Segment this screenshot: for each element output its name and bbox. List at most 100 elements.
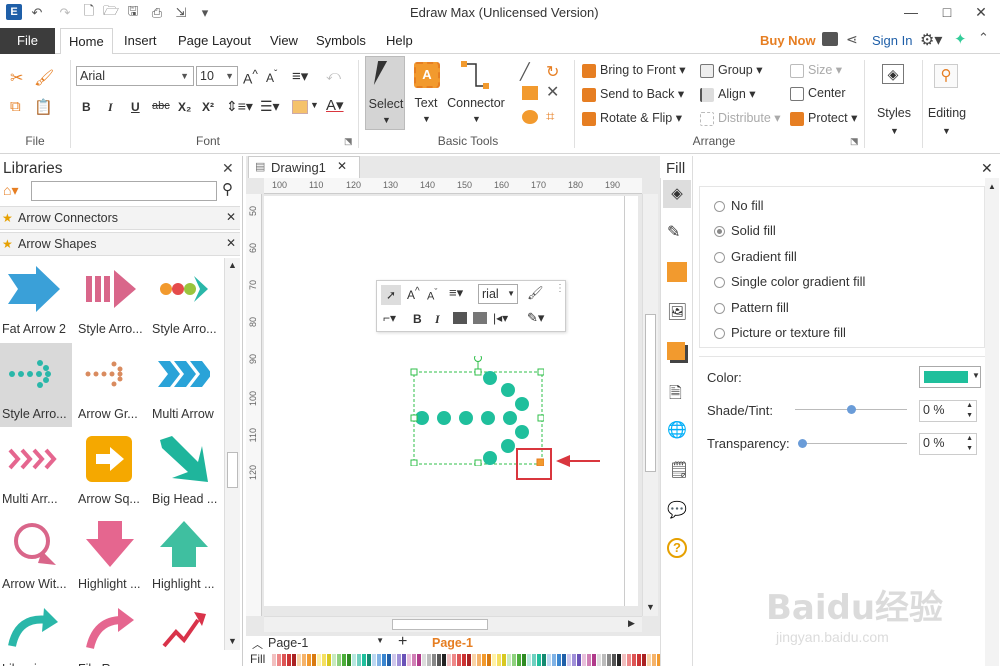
palette-swatch[interactable]	[552, 654, 556, 666]
palette-swatch[interactable]	[307, 654, 311, 666]
line-tool-icon[interactable]: ╱	[520, 62, 530, 82]
crop-tool-icon[interactable]: ⌗	[546, 108, 554, 125]
help-icon[interactable]: ?	[667, 538, 687, 558]
palette-swatch[interactable]	[302, 654, 306, 666]
palette-swatch[interactable]	[467, 654, 471, 666]
close-button[interactable]: ✕	[966, 2, 996, 22]
slider-thumb[interactable]	[798, 439, 807, 448]
fill-icon[interactable]: ◈	[663, 180, 691, 208]
minimize-button[interactable]: —	[896, 2, 926, 22]
underline-button[interactable]: U	[131, 100, 140, 114]
palette-swatch[interactable]	[312, 654, 316, 666]
tab-help[interactable]: Help	[378, 28, 421, 54]
bullets-icon[interactable]: ☰▾	[260, 98, 280, 115]
font-color-icon[interactable]: A▾	[326, 96, 344, 114]
palette-swatch[interactable]	[607, 654, 611, 666]
scroll-up-icon[interactable]: ▲	[228, 260, 237, 270]
palette-swatch[interactable]	[652, 654, 656, 666]
grow-font-icon[interactable]: A^	[407, 286, 420, 302]
scroll-thumb[interactable]	[227, 452, 238, 488]
palette-swatch[interactable]	[287, 654, 291, 666]
palette-swatch[interactable]	[342, 654, 346, 666]
format-painter-icon[interactable]: 🖌	[34, 68, 54, 88]
tab-symbols[interactable]: Symbols	[308, 28, 374, 54]
grow-font-icon[interactable]: A^	[243, 68, 258, 87]
palette-swatch[interactable]	[512, 654, 516, 666]
tab-view[interactable]: View	[262, 28, 306, 54]
shade-slider[interactable]	[795, 405, 907, 414]
center-button[interactable]: Center	[790, 86, 846, 101]
connector-style-icon[interactable]: ⌐▾	[383, 311, 396, 325]
palette-swatch[interactable]	[562, 654, 566, 666]
tab-page-layout[interactable]: Page Layout	[170, 28, 259, 54]
library-scrollbar[interactable]: ▲ ▼	[224, 258, 240, 650]
radio-gradient-fill[interactable]	[714, 252, 725, 263]
superscript-button[interactable]: X²	[202, 100, 214, 114]
radio-no-fill[interactable]	[714, 201, 725, 212]
library-shape[interactable]: Highlight ...	[150, 513, 222, 597]
paste-icon[interactable]: 📋	[34, 98, 53, 116]
palette-swatch[interactable]	[327, 654, 331, 666]
palette-swatch[interactable]	[487, 654, 491, 666]
library-shape[interactable]: File Recovery	[76, 598, 152, 666]
palette-swatch[interactable]	[547, 654, 551, 666]
palette-swatch[interactable]	[527, 654, 531, 666]
palette-swatch[interactable]	[432, 654, 436, 666]
palette-swatch[interactable]	[502, 654, 506, 666]
palette-swatch[interactable]	[642, 654, 646, 666]
palette-swatch[interactable]	[407, 654, 411, 666]
share-icon[interactable]: ⋖	[846, 31, 858, 48]
palette-swatch[interactable]	[392, 654, 396, 666]
library-shape[interactable]: Style Arro...	[76, 258, 148, 342]
italic-button[interactable]: I	[108, 100, 113, 115]
palette-swatch[interactable]	[572, 654, 576, 666]
page-select[interactable]: Page-1 ▼	[268, 636, 388, 650]
protect-button[interactable]: Protect ▾	[790, 110, 857, 126]
palette-swatch[interactable]	[557, 654, 561, 666]
library-shape[interactable]: Libraries	[0, 598, 72, 666]
scroll-right-icon[interactable]: ▶	[628, 618, 635, 629]
arc-tool-icon[interactable]: ↻	[546, 62, 559, 82]
library-search-input[interactable]	[31, 181, 217, 201]
sign-in-link[interactable]: Sign In	[872, 33, 912, 48]
tab-file[interactable]: File	[0, 28, 55, 54]
palette-swatch[interactable]	[422, 654, 426, 666]
library-shape[interactable]: Arrow Gr...	[76, 343, 148, 427]
palette-swatch[interactable]	[462, 654, 466, 666]
edit-icon[interactable]: ✎▾	[527, 310, 544, 326]
text-align-icon[interactable]: ≡▾	[292, 67, 308, 85]
palette-swatch[interactable]	[427, 654, 431, 666]
color-palette[interactable]	[272, 654, 692, 666]
save-icon[interactable]: 🖫	[124, 3, 142, 22]
palette-swatch[interactable]	[517, 654, 521, 666]
palette-swatch[interactable]	[452, 654, 456, 666]
open-icon[interactable]: 🗁	[102, 3, 120, 22]
size-button[interactable]: Size ▾	[790, 62, 842, 78]
transparency-slider[interactable]	[798, 439, 907, 448]
redo-icon[interactable]: ↷	[56, 4, 74, 22]
palette-swatch[interactable]	[612, 654, 616, 666]
palette-swatch[interactable]	[377, 654, 381, 666]
close-fill-panel-icon[interactable]: ✕	[981, 160, 993, 177]
radio-solid-fill[interactable]	[714, 226, 725, 237]
palette-swatch[interactable]	[322, 654, 326, 666]
maximize-button[interactable]: □	[932, 2, 962, 22]
palette-swatch[interactable]	[497, 654, 501, 666]
pointer-icon[interactable]: ➚	[381, 285, 401, 305]
scroll-thumb[interactable]	[645, 314, 656, 472]
shrink-font-icon[interactable]: Aˇ	[266, 69, 277, 85]
line-spacing-icon[interactable]: ⇕≡▾	[226, 98, 253, 115]
cut-icon[interactable]: ✂	[10, 68, 23, 88]
palette-swatch[interactable]	[367, 654, 371, 666]
notes-icon[interactable]: 🗒	[669, 460, 689, 480]
palette-swatch[interactable]	[317, 654, 321, 666]
palette-swatch[interactable]	[477, 654, 481, 666]
group-button[interactable]: Group ▾	[700, 62, 763, 78]
palette-swatch[interactable]	[587, 654, 591, 666]
palette-swatch[interactable]	[492, 654, 496, 666]
text-tool-button[interactable]: A Text ▼	[408, 56, 444, 130]
new-icon[interactable]: 🗋	[80, 3, 98, 22]
print-icon[interactable]: ⎙	[148, 4, 166, 22]
font-size-select[interactable]: 10 ▼	[196, 66, 238, 86]
palette-swatch[interactable]	[482, 654, 486, 666]
